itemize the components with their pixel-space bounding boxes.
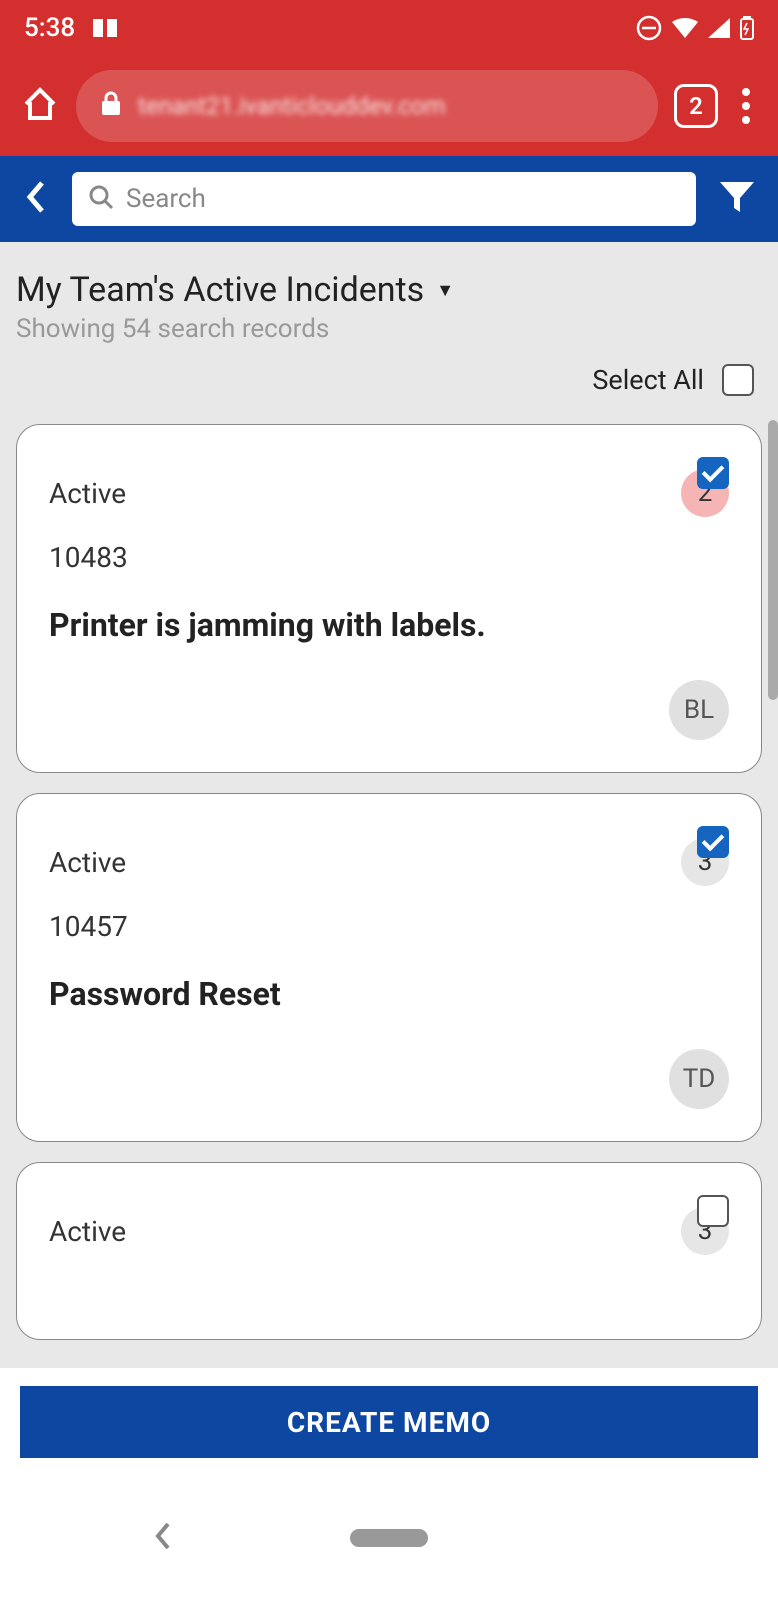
browser-menu-button[interactable]	[734, 80, 758, 132]
android-nav-bar	[0, 1476, 778, 1600]
tab-count: 2	[689, 92, 703, 120]
tab-count-button[interactable]: 2	[674, 84, 718, 128]
lock-icon	[100, 91, 122, 121]
search-icon	[88, 184, 114, 214]
select-all-label: Select All	[592, 364, 704, 396]
url-text: tenant21.ivanticlouddev.com	[138, 92, 446, 120]
nav-back-button[interactable]	[150, 1518, 174, 1558]
chevron-down-icon: ▼	[436, 280, 454, 301]
assignee-avatar: TD	[669, 1049, 729, 1109]
incident-title: Password Reset	[49, 975, 729, 1013]
incident-card[interactable]: Active 2 10483 Printer is jamming with l…	[16, 424, 762, 773]
incident-status: Active	[49, 1215, 126, 1248]
incident-checkbox[interactable]	[697, 457, 729, 489]
search-input[interactable]	[126, 184, 680, 214]
incident-status: Active	[49, 846, 126, 879]
scrollbar[interactable]	[768, 420, 778, 700]
incident-title: Printer is jamming with labels.	[49, 606, 729, 644]
browser-toolbar: tenant21.ivanticlouddev.com 2	[0, 56, 778, 156]
no-entry-icon	[636, 15, 662, 41]
wifi-icon	[672, 18, 698, 38]
incident-id: 10483	[49, 541, 729, 574]
incident-id: 10457	[49, 910, 729, 943]
content-area: My Team's Active Incidents ▼ Showing 54 …	[0, 242, 778, 1452]
incident-card[interactable]: Active 3 10457 Password Reset TD	[16, 793, 762, 1142]
search-box[interactable]	[72, 172, 696, 226]
filter-button[interactable]	[712, 174, 762, 224]
record-count: Showing 54 search records	[16, 314, 762, 344]
book-icon	[91, 17, 119, 39]
incident-card[interactable]: Active 3	[16, 1162, 762, 1340]
battery-icon	[740, 16, 754, 40]
page-title: My Team's Active Incidents	[16, 270, 424, 310]
url-bar[interactable]: tenant21.ivanticlouddev.com	[76, 70, 658, 142]
back-button[interactable]	[16, 171, 56, 227]
signal-icon	[708, 18, 730, 38]
android-status-bar: 5:38	[0, 0, 778, 56]
incident-checkbox[interactable]	[697, 1195, 729, 1227]
bottom-action-bar: CREATE MEMO	[0, 1368, 778, 1476]
home-icon[interactable]	[20, 84, 60, 128]
create-memo-button[interactable]: CREATE MEMO	[20, 1386, 758, 1458]
status-time: 5:38	[24, 13, 75, 43]
view-selector[interactable]: My Team's Active Incidents ▼	[16, 258, 762, 314]
assignee-avatar: BL	[669, 680, 729, 740]
app-header	[0, 156, 778, 242]
nav-home-pill[interactable]	[350, 1529, 428, 1547]
incident-status: Active	[49, 477, 126, 510]
incident-checkbox[interactable]	[697, 826, 729, 858]
select-all-checkbox[interactable]	[722, 364, 754, 396]
